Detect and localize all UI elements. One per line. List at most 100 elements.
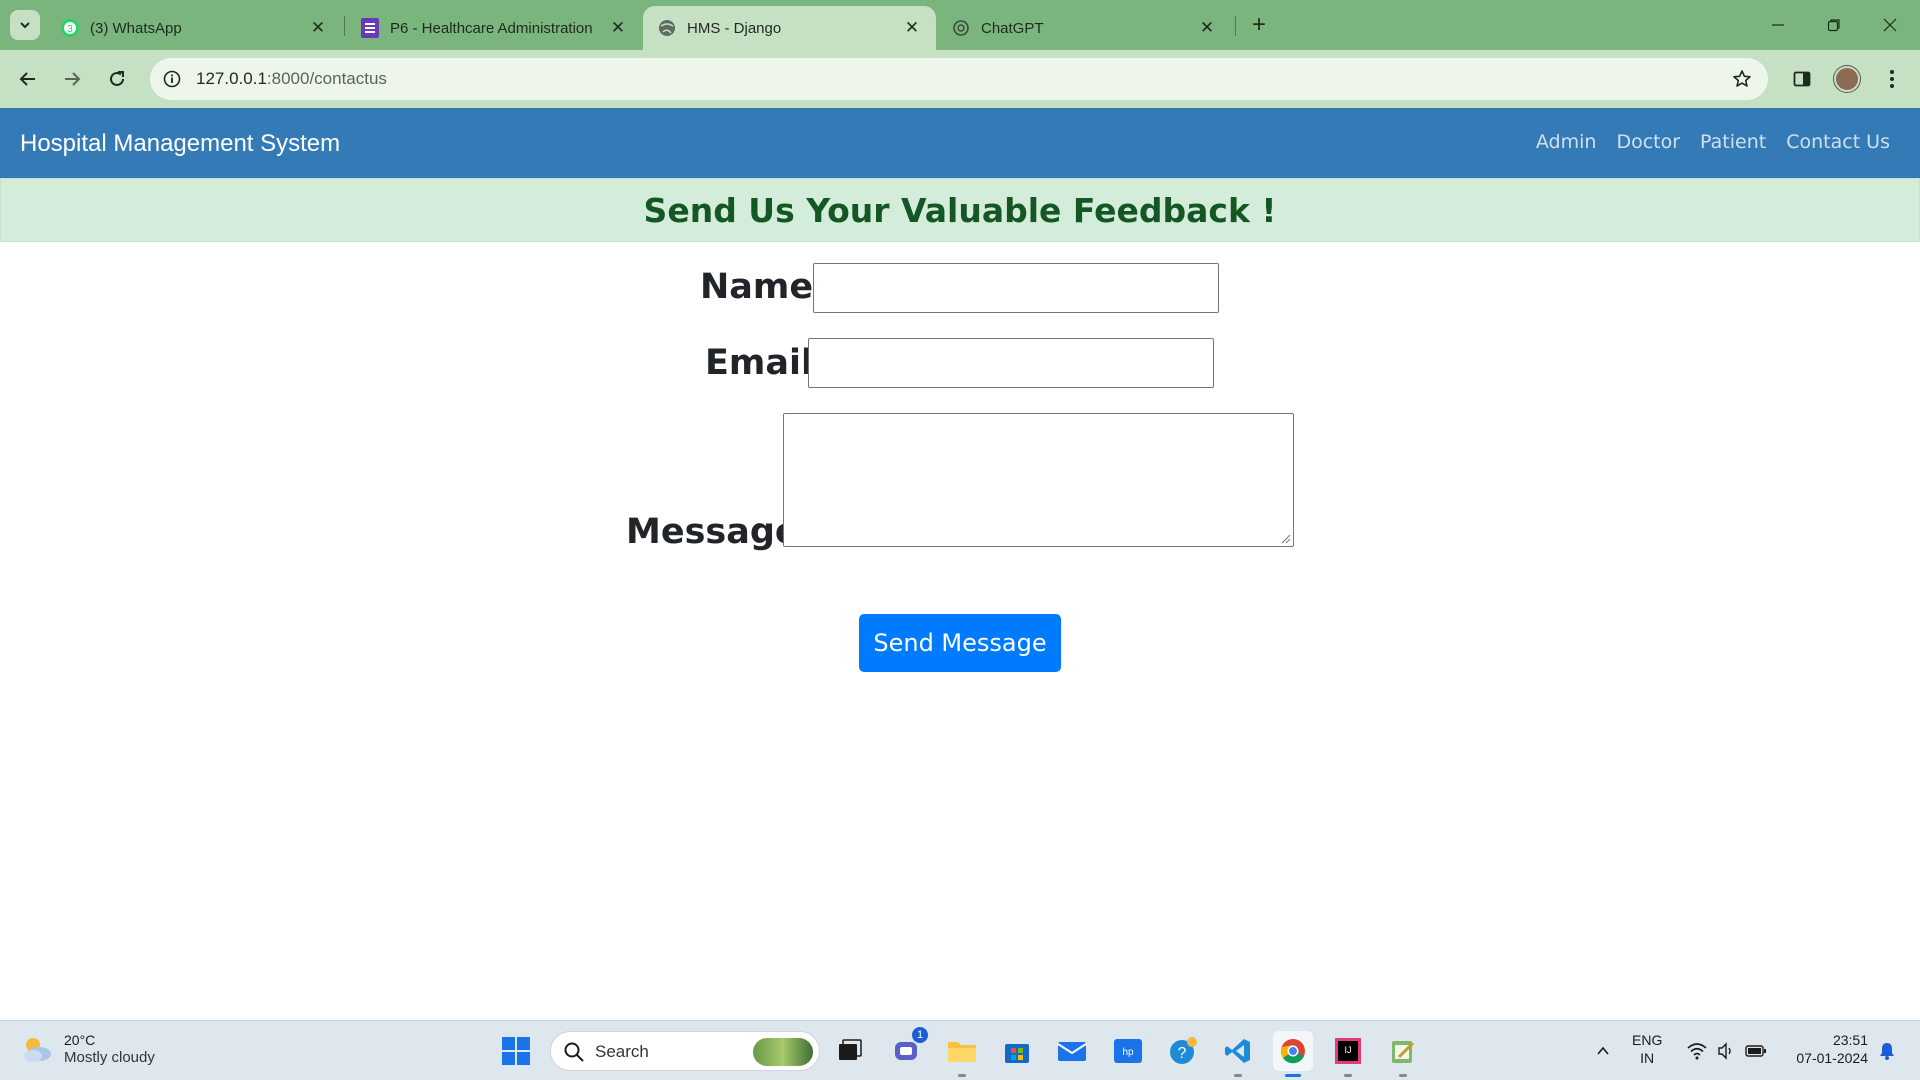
running-indicator [1399, 1074, 1407, 1077]
forms-icon [360, 18, 380, 38]
message-field[interactable] [783, 413, 1294, 547]
side-panel-icon [1793, 71, 1811, 87]
close-icon [1883, 18, 1897, 32]
tab-healthcare[interactable]: P6 - Healthcare Administration ✕ [346, 6, 642, 50]
language-code: ENG [1632, 1032, 1663, 1048]
more-vertical-icon [1890, 70, 1894, 88]
hp-icon: hp [1114, 1039, 1142, 1063]
arrow-left-icon [19, 72, 35, 86]
tab-strip: 3 (3) WhatsApp ✕ P6 - Healthcare Adminis… [0, 0, 1920, 50]
intellij-icon: IJ [1335, 1038, 1361, 1064]
running-indicator [1234, 1074, 1242, 1077]
tab-title: ChatGPT [981, 19, 1044, 37]
taskbar-search[interactable]: Search [550, 1031, 820, 1071]
intellij-button[interactable]: IJ [1328, 1031, 1368, 1077]
browser-menu-button[interactable] [1876, 63, 1908, 95]
folder-icon [948, 1042, 976, 1062]
store-button[interactable] [997, 1031, 1037, 1071]
svg-text:IJ: IJ [1344, 1045, 1351, 1055]
time: 23:51 [1832, 1032, 1868, 1048]
close-icon[interactable]: ✕ [606, 16, 630, 40]
site-info-icon[interactable] [160, 67, 184, 91]
start-button[interactable] [496, 1031, 536, 1071]
bookmark-star-icon[interactable] [1730, 67, 1754, 91]
tab-hms-django[interactable]: HMS - Django ✕ [643, 6, 936, 50]
help-icon: ? [1170, 1037, 1197, 1064]
chevron-up-icon [1597, 1046, 1609, 1055]
close-icon[interactable]: ✕ [306, 16, 330, 40]
nav-doctor[interactable]: Doctor [1616, 131, 1680, 153]
chevron-down-icon [20, 22, 30, 29]
notepad-icon [1392, 1041, 1415, 1063]
search-highlight-image [753, 1038, 813, 1066]
restore-icon [1827, 19, 1840, 32]
new-tab-button[interactable]: + [1244, 10, 1274, 40]
language-indicator[interactable]: ENG IN [1632, 1031, 1662, 1067]
restore-button[interactable] [1806, 0, 1862, 50]
profile-button[interactable] [1831, 63, 1863, 95]
svg-text:3: 3 [67, 24, 73, 35]
nav-patient[interactable]: Patient [1700, 131, 1766, 153]
weather-widget[interactable]: 20°C Mostly cloudy [20, 1031, 155, 1067]
side-panel-button[interactable] [1786, 63, 1818, 95]
file-explorer-button[interactable] [942, 1031, 982, 1077]
avatar [1834, 66, 1860, 92]
tab-search-button[interactable] [10, 10, 40, 40]
resize-handle-icon[interactable] [1281, 534, 1291, 544]
search-icon [564, 1042, 584, 1062]
running-indicator [1344, 1074, 1352, 1077]
close-icon[interactable]: ✕ [1195, 16, 1219, 40]
mail-button[interactable] [1052, 1031, 1092, 1071]
notification-badge: 1 [912, 1027, 928, 1043]
tab-chatgpt[interactable]: ChatGPT ✕ [937, 6, 1231, 50]
weather-condition: Mostly cloudy [64, 1049, 155, 1066]
running-indicator [1285, 1074, 1301, 1077]
minimize-button[interactable] [1750, 0, 1806, 50]
name-label: Name: [700, 267, 828, 307]
reload-icon [110, 71, 124, 86]
close-window-button[interactable] [1862, 0, 1918, 50]
name-field[interactable] [813, 263, 1219, 313]
tab-title: P6 - Healthcare Administration [390, 19, 593, 37]
minimize-icon [1772, 24, 1784, 26]
close-icon[interactable]: ✕ [900, 16, 924, 40]
site-navbar: Hospital Management System Admin Doctor … [0, 108, 1920, 178]
nav-contact-us[interactable]: Contact Us [1786, 131, 1890, 153]
task-view-icon [839, 1039, 862, 1060]
reload-button[interactable] [101, 63, 133, 95]
volume-icon [1718, 1042, 1731, 1060]
system-tray[interactable] [1683, 1031, 1771, 1071]
url-path: :8000/contactus [266, 69, 387, 88]
wifi-icon [1687, 1043, 1707, 1060]
brand-link[interactable]: Hospital Management System [20, 130, 340, 158]
myhp-button[interactable]: hp [1108, 1031, 1148, 1071]
running-indicator [958, 1074, 966, 1077]
show-hidden-icons-button[interactable] [1588, 1031, 1618, 1071]
vscode-button[interactable] [1218, 1031, 1258, 1077]
tab-whatsapp[interactable]: 3 (3) WhatsApp ✕ [46, 6, 342, 50]
nav-admin[interactable]: Admin [1536, 131, 1597, 153]
forward-button[interactable] [56, 63, 88, 95]
teams-button[interactable]: 1 [886, 1027, 928, 1071]
clock[interactable]: 23:51 07-01-2024 [1782, 1031, 1868, 1067]
email-field[interactable] [808, 338, 1214, 388]
arrow-right-icon [65, 72, 81, 86]
chatgpt-icon [951, 18, 971, 38]
tab-separator [344, 16, 345, 36]
url-text[interactable]: 127.0.0.1:8000/contactus [196, 69, 387, 89]
tab-title: (3) WhatsApp [90, 19, 182, 37]
tab-title: HMS - Django [687, 19, 782, 37]
svg-text:?: ? [1178, 1045, 1187, 1062]
battery-icon [1745, 1045, 1766, 1057]
notepad-app-button[interactable] [1383, 1031, 1423, 1077]
send-message-button[interactable]: Send Message [859, 614, 1061, 672]
help-button[interactable]: ? [1163, 1031, 1203, 1071]
chrome-button[interactable] [1273, 1031, 1313, 1077]
address-bar[interactable]: 127.0.0.1:8000/contactus [150, 58, 1768, 100]
page-content: Hospital Management System Admin Doctor … [0, 108, 1920, 1020]
task-view-button[interactable] [830, 1031, 870, 1071]
windows-icon [502, 1037, 530, 1065]
back-button[interactable] [12, 63, 44, 95]
cloudy-icon [24, 1038, 51, 1062]
notifications-button[interactable] [1872, 1031, 1902, 1071]
